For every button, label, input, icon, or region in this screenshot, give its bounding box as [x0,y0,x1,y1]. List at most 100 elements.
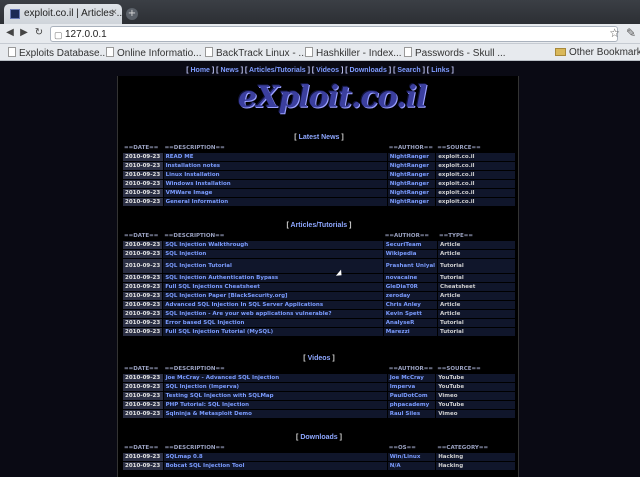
description-link[interactable]: Testing SQL Injection with SQLMap [163,392,387,400]
description-link[interactable]: SQL Injection - Are your web application… [163,310,383,318]
section-title-downloads: [ Downloads ] [296,434,342,441]
author-link[interactable]: Kevin Spett [383,310,438,318]
column-header: ==DESCRIPTION== [164,145,225,151]
description-link[interactable]: SQL Injection Tutorial [163,259,383,273]
author-link[interactable]: phpacademy [387,401,436,409]
description-link[interactable]: SQLmap 0.8 [163,453,387,461]
author-link[interactable]: NightRanger [387,153,436,161]
description-link[interactable]: VMWare Image [163,189,387,197]
column-header: ==SOURCE== [437,145,481,151]
author-link[interactable]: NightRanger [387,198,436,206]
description-link[interactable]: Windows Installation [163,180,387,188]
date-cell: 2010-09-23 [123,462,163,470]
description-link[interactable]: PHP Tutorial: SQL Injection [163,401,387,409]
articles-table: ==DATE== ==DESCRIPTION== ==AUTHOR== ==TYPE=… [122,231,516,337]
date-cell: 2010-09-23 [123,319,163,327]
source-cell: Article [438,250,515,258]
author-link[interactable]: zeroday [383,292,438,300]
author-link[interactable]: novacaine [383,274,438,282]
nav-home[interactable]: Home [191,67,210,74]
bookmark-item[interactable]: Passwords - Skull ... [404,47,506,59]
author-link[interactable]: PaulDotCom [387,392,436,400]
description-link[interactable]: Bobcat SQL Injection Tool [163,462,387,470]
bookmark-item[interactable]: Hashkiller - Index... [305,47,402,59]
forward-arrow-icon[interactable]: ▶ [18,27,30,39]
author-link[interactable]: Raul Siles [387,410,436,418]
date-cell: 2010-09-23 [123,180,163,188]
nav-news[interactable]: News [220,67,238,74]
author-link[interactable]: Chris Anley [383,301,438,309]
author-link[interactable]: NightRanger [387,162,436,170]
nav-downloads[interactable]: Downloads [350,67,387,74]
table-row: 2010-09-23 SQLmap 0.8 Win/Linux Hacking [123,453,515,461]
description-link[interactable]: SQL Injection Walkthrough [163,241,383,249]
date-cell: 2010-09-23 [123,189,163,197]
author-link[interactable]: AnalyseR [383,319,438,327]
nav-videos[interactable]: Videos [316,67,339,74]
description-link[interactable]: SQL Injection Authentication Bypass [163,274,383,282]
author-link[interactable]: NightRanger [387,180,436,188]
author-link[interactable]: Joe McCray [387,374,436,382]
source-cell: Article [438,301,515,309]
bookmark-star-icon[interactable]: ☆ [609,26,620,40]
nav-search[interactable]: Search [397,67,420,74]
description-link[interactable]: Linux Installation [163,171,387,179]
bookmark-item[interactable]: BackTrack Linux - ... [205,47,307,59]
nav-articles[interactable]: Articles/Tutorials [249,67,306,74]
bookmark-item[interactable]: Online Informatio... [106,47,201,59]
date-cell: 2010-09-23 [123,374,163,382]
column-header: ==OS== [388,445,416,451]
author-link[interactable]: GleDiaT0R [383,283,438,291]
author-link[interactable]: Imperva [387,383,436,391]
other-bookmarks[interactable]: Other Bookmarks [555,47,640,58]
description-link[interactable]: READ ME [163,153,387,161]
table-header-row: ==DATE== ==DESCRIPTION== ==AUTHOR== ==SOURC… [123,365,515,373]
description-link[interactable]: SQL Injection Paper [BlackSecurity.org] [163,292,383,300]
section-title-news: [ Latest News ] [294,134,344,141]
author-link[interactable]: NightRanger [387,171,436,179]
author-link[interactable]: NightRanger [387,189,436,197]
bookmark-item[interactable]: Exploits Database... [8,47,108,59]
description-link[interactable]: Installation notes [163,162,387,170]
description-link[interactable]: SQL Injection [163,250,383,258]
date-cell: 2010-09-23 [123,392,163,400]
source-cell: exploit.co.il [436,189,515,197]
author-link[interactable]: Wikipedia [383,250,438,258]
page-icon [106,47,114,57]
source-cell: YouTube [436,401,515,409]
date-cell: 2010-09-23 [123,301,163,309]
browser-tab[interactable]: exploit.co.il | Articles ... × [4,4,122,24]
description-link[interactable]: Joe McCray - Advanced SQL Injection [163,374,387,382]
site-logo: eXploit.co.il [238,80,427,115]
source-cell: Tutorial [438,319,515,327]
wrench-menu-icon[interactable]: ✎ [626,26,636,40]
table-row: 2010-09-23 Linux Installation NightRanger e… [123,171,515,179]
description-link[interactable]: Full SQL Injections Cheatsheet [163,283,383,291]
column-header: ==DATE== [124,145,159,151]
bookmarks-bar: Exploits Database... Online Informatio..… [0,44,640,61]
browser-toolbar: ◀ ▶ ↻ ▢ 127.0.0.1 ☆ ✎ [0,24,640,44]
address-bar[interactable]: ▢ 127.0.0.1 [50,26,618,42]
description-link[interactable]: Error based SQL Injection [163,319,383,327]
author-link[interactable]: SecuriTeam [383,241,438,249]
author-link[interactable]: N/A [387,462,436,470]
source-cell: Hacking [436,462,515,470]
tab-close-icon[interactable]: × [111,7,117,18]
table-row: 2010-09-23 Sqlninja & Metasploit Demo Raul… [123,410,515,418]
column-header: ==DATE== [124,233,159,239]
source-cell: exploit.co.il [436,153,515,161]
table-row: 2010-09-23 SQL Injection - Are your web a… [123,310,515,318]
date-cell: 2010-09-23 [123,410,163,418]
back-arrow-icon[interactable]: ◀ [4,27,16,39]
author-link[interactable]: Prashant Uniyal [383,259,438,273]
author-link[interactable]: Marezzi [383,328,438,336]
description-link[interactable]: General Information [163,198,387,206]
description-link[interactable]: Full SQL Injection Tutorial (MySQL) [163,328,383,336]
description-link[interactable]: Advanced SQL Injection In SQL Server App… [163,301,383,309]
author-link[interactable]: Win/Linux [387,453,436,461]
nav-links[interactable]: Links [431,67,449,74]
description-link[interactable]: Sqlninja & Metasploit Demo [163,410,387,418]
reload-icon[interactable]: ↻ [33,27,45,39]
new-tab-button[interactable]: + [126,8,138,20]
description-link[interactable]: SQL Injection (Imperva) [163,383,387,391]
